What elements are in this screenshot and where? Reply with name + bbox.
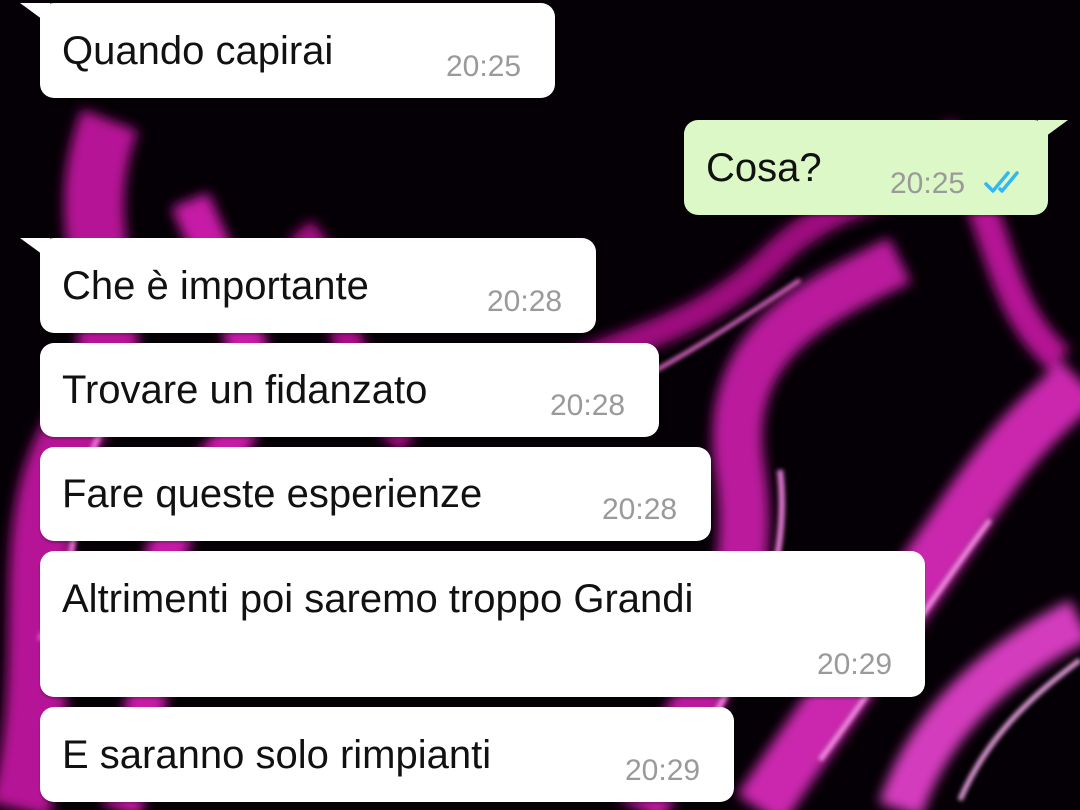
message-bubble-incoming[interactable]: Che è importante 20:28 [20,238,596,333]
message-text: Altrimenti poi saremo troppo Grandi [62,577,694,621]
message-bubble-incoming[interactable]: Trovare un fidanzato 20:28 [40,343,659,437]
message-bubble-incoming[interactable]: Altrimenti poi saremo troppo Grandi 20:2… [40,551,925,697]
message-time: 20:25 [890,167,966,200]
message-text: Che è importante [62,264,369,308]
message-time: 20:28 [602,493,678,526]
message-time: 20:29 [625,754,701,787]
message-time: 20:29 [817,648,893,681]
message-bubble-outgoing[interactable]: Cosa? 20:25 [684,120,1068,215]
bubble-tail-icon [20,3,50,25]
message-time: 20:25 [446,50,522,83]
message-time: 20:28 [550,389,626,422]
bubble-tail-icon [1038,120,1068,142]
message-bubble-incoming[interactable]: Fare queste esperienze 20:28 [40,447,711,541]
message-text: Quando capirai [62,29,334,73]
message-text: E saranno solo rimpianti [62,733,492,777]
message-bubble-incoming[interactable]: Quando capirai 20:25 [20,3,555,98]
message-text: Cosa? [706,146,822,190]
double-check-read-icon [984,171,1019,193]
message-time: 20:28 [487,285,563,318]
message-text: Fare queste esperienze [62,472,483,516]
message-text: Trovare un fidanzato [62,368,428,412]
message-bubble-incoming[interactable]: E saranno solo rimpianti 20:29 [40,707,734,802]
bubble-tail-icon [20,238,50,260]
